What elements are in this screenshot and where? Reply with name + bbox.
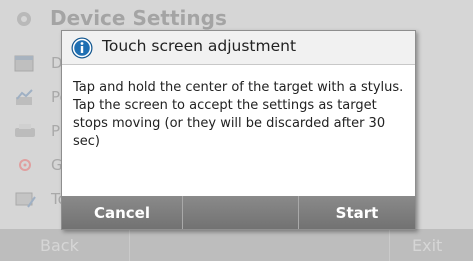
empty-button[interactable] [183, 196, 299, 229]
dialog-message: Tap and hold the center of the target wi… [73, 80, 404, 149]
touch-screen-icon [13, 189, 37, 209]
touch-screen-adjustment-dialog: Touch screen adjustment Tap and hold the… [61, 30, 416, 230]
dialog-title: Touch screen adjustment [102, 37, 297, 55]
footer-spacer [130, 229, 390, 261]
start-button[interactable]: Start [299, 196, 415, 229]
info-icon [71, 37, 93, 59]
cancel-button[interactable]: Cancel [62, 196, 183, 229]
calendar-icon [13, 53, 37, 73]
back-button[interactable]: Back [0, 229, 130, 261]
page-title: Device Settings [50, 6, 227, 30]
printer-icon [13, 121, 37, 141]
dialog-button-bar: Cancel Start [62, 196, 415, 229]
device-settings-screen: Device Settings Da Pe [0, 0, 473, 261]
gear-icon [13, 9, 35, 29]
gl-icon [13, 155, 37, 175]
footer-bar: Back Exit [0, 229, 473, 261]
exit-button[interactable]: Exit [390, 229, 473, 261]
peripherals-icon [13, 87, 37, 107]
dialog-title-bar: Touch screen adjustment [62, 31, 415, 65]
